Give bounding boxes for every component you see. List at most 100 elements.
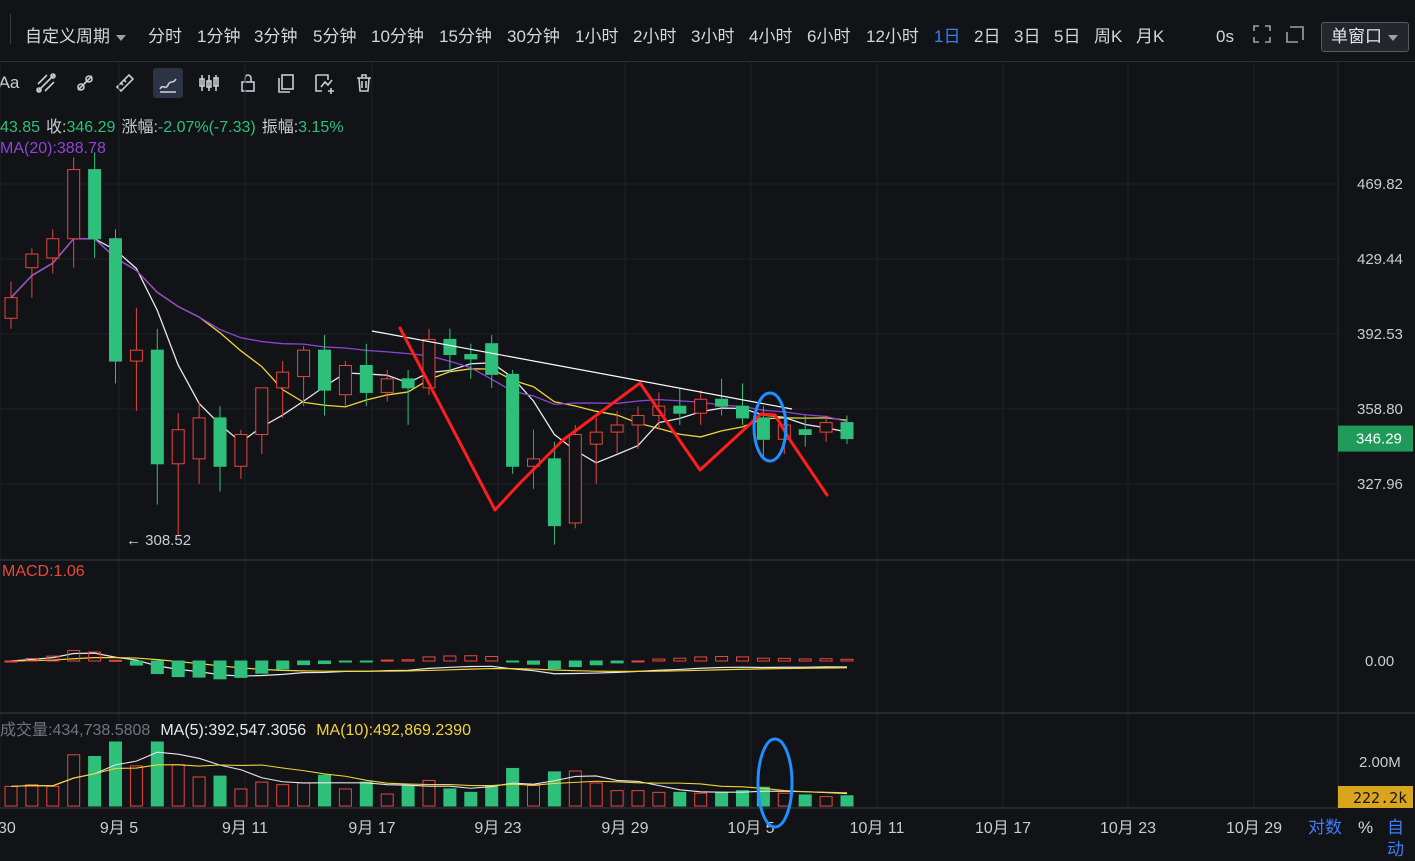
- candle-body: [756, 417, 770, 440]
- macd-histogram-bar: [715, 656, 729, 662]
- macd-histogram-bar: [213, 660, 227, 680]
- volume-last-label: 222.2k: [1353, 789, 1407, 807]
- macd-histogram-bar: [276, 660, 290, 670]
- volume-bar: [380, 793, 394, 807]
- volume-bar: [443, 788, 457, 807]
- candle-body: [297, 349, 311, 378]
- candle-body: [338, 364, 352, 396]
- volume-bar: [46, 785, 60, 807]
- candle-body: [318, 349, 331, 391]
- candle-body: [673, 405, 687, 414]
- amplitude-value: 3.15%: [298, 119, 344, 136]
- volume-ma10: MA(10):492,869.2390: [316, 722, 471, 739]
- candle-body: [464, 354, 478, 360]
- macd-histogram-bar: [652, 658, 666, 662]
- macd-histogram-bar: [150, 660, 164, 675]
- time-tick-label: 9月 29: [601, 820, 648, 837]
- volume-bar: [840, 795, 854, 807]
- volume-bar: [25, 784, 39, 807]
- macd-histogram-bar: [610, 660, 624, 664]
- volume-bar: [610, 790, 624, 807]
- macd-histogram-bar: [422, 656, 436, 662]
- candle-body: [276, 371, 290, 389]
- macd-histogram-bar: [171, 660, 185, 678]
- candle-body: [46, 238, 60, 259]
- volume-ma5-line: [10, 751, 848, 795]
- volume-bar: [736, 790, 749, 807]
- macd-histogram-bar: [464, 655, 478, 662]
- volume-bar: [171, 764, 185, 807]
- candle-body: [67, 169, 81, 240]
- volume-bar: [109, 741, 122, 807]
- macd-histogram-bar: [359, 660, 373, 663]
- macd-histogram-bar: [297, 660, 311, 666]
- price-tick-label: 327.96: [1357, 476, 1403, 493]
- macd-histogram-bar: [527, 660, 540, 665]
- macd-histogram-bar: [673, 657, 687, 662]
- macd-histogram-bar: [380, 659, 394, 662]
- time-tick-label: 9月 5: [100, 820, 138, 837]
- volume-bar: [547, 771, 561, 807]
- volume-bar: [318, 774, 331, 807]
- volume-bar: [819, 796, 833, 807]
- candle-body: [506, 373, 520, 467]
- close-label: 收:: [46, 119, 67, 136]
- volume-bar: [798, 794, 812, 807]
- time-tick-label: 9月 17: [348, 820, 395, 837]
- macd-zero-label: 0.00: [1365, 653, 1394, 670]
- blue-circle-annotation: [756, 737, 794, 829]
- macd-histogram-bar: [736, 656, 749, 662]
- volume-value: 434,738.5808: [52, 722, 151, 739]
- volume-bar: [715, 791, 729, 807]
- price-tick-label: 392.53: [1357, 326, 1403, 343]
- macd-histogram-bar: [506, 660, 520, 663]
- candle-body: [88, 169, 102, 240]
- percent-toggle[interactable]: %: [1358, 817, 1373, 839]
- low-price-marker: ← 308.52: [126, 532, 191, 549]
- volume-ma10-line: [10, 764, 848, 794]
- volume-bar: [652, 791, 666, 807]
- candle-body: [25, 253, 39, 269]
- price-tick-label: 358.80: [1357, 401, 1403, 418]
- volume-bar: [527, 785, 540, 807]
- volume-info: 成交量:434,738.5808 MA(5):392,547.3056 MA(10)…: [0, 716, 471, 740]
- macd-histogram-bar: [318, 660, 331, 665]
- volume-bar: [4, 785, 18, 807]
- price-tick-label: 469.82: [1357, 176, 1403, 193]
- time-tick-label: 10月 17: [975, 820, 1031, 837]
- candle-body: [109, 238, 122, 362]
- time-tick-label: 10月 23: [1100, 820, 1156, 837]
- macd-histogram-bar: [819, 658, 833, 662]
- macd-histogram-bar: [631, 660, 645, 663]
- volume-bar: [485, 785, 499, 807]
- price-tick-label: 429.44: [1357, 251, 1403, 268]
- change-value: -2.07%(-7.33): [157, 119, 256, 136]
- time-tick-label: 10月 29: [1226, 820, 1282, 837]
- log-scale-toggle[interactable]: 对数: [1308, 817, 1342, 839]
- candle-body: [840, 422, 854, 440]
- volume-bar: [589, 782, 603, 807]
- candle-body: [631, 415, 645, 426]
- candle-body: [610, 424, 624, 433]
- close-value: 346.29: [66, 119, 116, 136]
- volume-bar: [150, 741, 164, 807]
- macd-histogram-bar: [129, 660, 143, 666]
- auto-scale-toggle[interactable]: 自动: [1387, 817, 1415, 861]
- candle-body: [819, 422, 833, 433]
- volume-bar: [401, 785, 415, 807]
- candle-body: [568, 433, 582, 524]
- volume-label: 成交量:: [0, 722, 53, 739]
- macd-histogram-bar: [109, 659, 122, 662]
- ma-info: MA(20):388.78: [0, 140, 106, 157]
- macd-histogram-bar: [338, 660, 352, 663]
- macd-histogram-bar: [192, 660, 206, 678]
- macd-histogram-bar: [443, 655, 457, 662]
- volume-bar: [464, 791, 478, 807]
- volume-axis-label: 2.00M: [1359, 754, 1401, 771]
- macd-histogram-bar: [401, 659, 415, 662]
- volume-bar: [192, 776, 206, 807]
- macd-histogram-bar: [568, 660, 582, 668]
- candle-body: [694, 398, 708, 414]
- macd-histogram-bar: [777, 657, 791, 662]
- change-label: 涨幅:: [121, 119, 158, 136]
